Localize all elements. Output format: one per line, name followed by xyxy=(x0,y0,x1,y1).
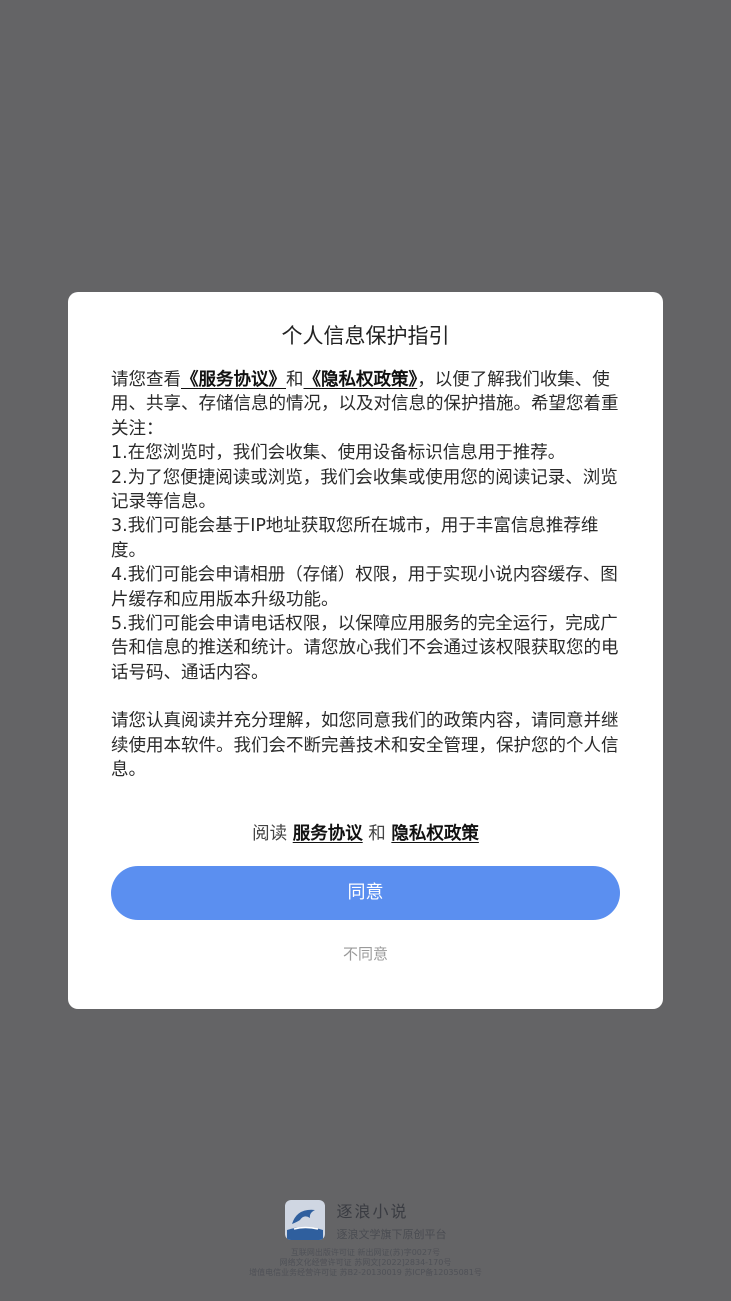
app-slogan: 逐浪文学旗下原创平台 xyxy=(336,1228,447,1241)
disagree-button[interactable]: 不同意 xyxy=(68,943,663,964)
read-service-agreement-link[interactable]: 服务协议 xyxy=(293,824,363,844)
point-item: 1.在您浏览时，我们会收集、使用设备标识信息用于推荐。 xyxy=(111,443,566,464)
point-item: 3.我们可能会基于IP地址获取您所在城市，用于丰富信息推荐维度。 xyxy=(111,516,599,561)
dialog-body: 请您查看《服务协议》和《隐私权政策》，以便了解我们收集、使用、共享、存储信息的情… xyxy=(111,368,621,783)
brand-row: 逐浪小说 逐浪文学旗下原创平台 xyxy=(0,1198,731,1242)
intro-prefix: 请您查看 xyxy=(111,370,181,390)
license-line: 增值电信业务经营许可证 苏B2-20130019 苏ICP备12035081号 xyxy=(249,1268,482,1277)
intro-paragraph: 请您查看《服务协议》和《隐私权政策》，以便了解我们收集、使用、共享、存储信息的情… xyxy=(111,368,621,441)
license-info: 互联网出版许可证 新出网证(苏)字0027号 网络文化经营许可证 苏网文[202… xyxy=(0,1248,731,1278)
read-agreements-line: 阅读 服务协议 和 隐私权政策 xyxy=(68,820,663,845)
brand-text: 逐浪小说 逐浪文学旗下原创平台 xyxy=(337,1198,447,1242)
closing-paragraph: 请您认真阅读并充分理解，如您同意我们的政策内容，请同意并继续使用本软件。我们会不… xyxy=(111,711,619,781)
dolphin-logo-icon xyxy=(284,1200,325,1240)
point-item: 5.我们可能会申请电话权限，以保障应用服务的完全运行，完成广告和信息的推送和统计… xyxy=(111,614,619,683)
intro-and: 和 xyxy=(286,370,304,390)
point-item: 4.我们可能会申请相册（存储）权限，用于实现小说内容缓存、图片缓存和应用版本升级… xyxy=(111,565,618,610)
privacy-dialog: 个人信息保护指引 请您查看《服务协议》和《隐私权政策》，以便了解我们收集、使用、… xyxy=(68,292,663,1009)
agree-button[interactable]: 同意 xyxy=(111,866,620,920)
dialog-title: 个人信息保护指引 xyxy=(281,324,450,348)
footer: 逐浪小说 逐浪文学旗下原创平台 互联网出版许可证 新出网证(苏)字0027号 网… xyxy=(0,1198,731,1278)
service-agreement-link[interactable]: 《服务协议》 xyxy=(181,370,286,390)
read-prefix: 阅读 xyxy=(252,824,288,844)
read-privacy-policy-link[interactable]: 隐私权政策 xyxy=(391,824,479,844)
app-name: 逐浪小说 xyxy=(336,1202,409,1221)
point-item: 2.为了您便捷阅读或浏览，我们会收集或使用您的阅读记录、浏览记录等信息。 xyxy=(111,467,618,513)
license-line: 网络文化经营许可证 苏网文[2022]2834-170号 xyxy=(279,1258,452,1267)
license-line: 互联网出版许可证 新出网证(苏)字0027号 xyxy=(290,1248,441,1257)
privacy-policy-link[interactable]: 《隐私权政策》 xyxy=(304,370,418,390)
read-and: 和 xyxy=(368,824,386,844)
